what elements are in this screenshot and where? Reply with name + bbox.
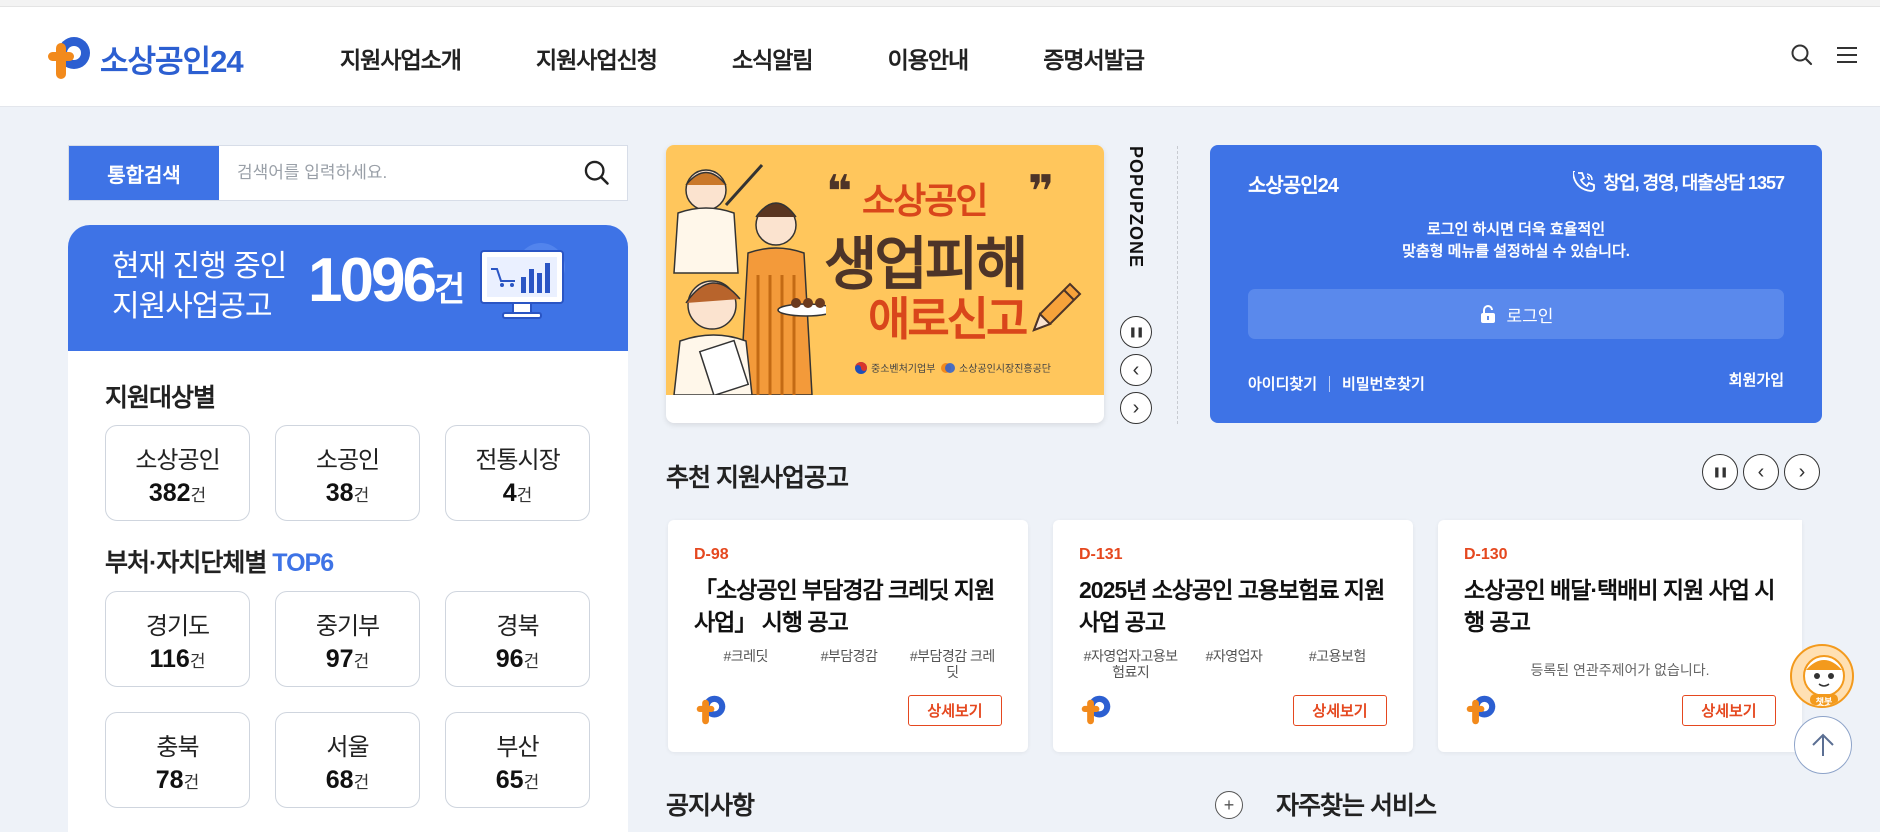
nav-item-guide[interactable]: 이용안내 bbox=[888, 41, 970, 75]
ongoing-announcements-banner[interactable]: 현재 진행 중인 지원사업공고 1096건 bbox=[68, 225, 628, 351]
recommend-controls: ❚❚ ‹ › bbox=[1702, 454, 1820, 490]
main-nav: 지원사업소개 지원사업신청 소식알림 이용안내 증명서발급 bbox=[340, 41, 1219, 75]
announcement-title: 2025년 소상공인 고용보험료 지원사업 공고 bbox=[1079, 577, 1385, 635]
dday-badge: D-131 bbox=[1079, 546, 1123, 563]
popup-org-semas: 소상공인시장진흥공단 bbox=[940, 360, 1051, 375]
agency-item-gyeonggi[interactable]: 경기도 116건 bbox=[105, 591, 250, 687]
consult-phone: 창업, 경영, 대출상담 1357 bbox=[1573, 169, 1785, 195]
announcement-card[interactable]: D-98 「소상공인 부담경감 크레딧 지원사업」 시행 공고 #크레딧 #부담… bbox=[668, 520, 1028, 752]
logo-mark-icon bbox=[696, 695, 726, 725]
search-input[interactable] bbox=[219, 146, 567, 200]
join-link[interactable]: 회원가입 bbox=[1729, 369, 1784, 390]
announcement-title: 「소상공인 부담경감 크레딧 지원사업」 시행 공고 bbox=[694, 577, 995, 635]
dday-badge: D-98 bbox=[694, 546, 729, 563]
chatbot-button[interactable]: 챗봇 bbox=[1790, 644, 1854, 708]
site-header: 소상공인24 지원사업소개 지원사업신청 소식알림 이용안내 증명서발급 bbox=[0, 7, 1880, 107]
popupzone-label: POPUPZONE bbox=[1126, 146, 1146, 269]
unlock-icon bbox=[1480, 305, 1495, 323]
notice-more-button[interactable]: + bbox=[1215, 791, 1243, 819]
recommend-pause-button[interactable]: ❚❚ bbox=[1702, 454, 1738, 490]
search-label: 통합검색 bbox=[69, 146, 219, 200]
recommend-title: 추천 지원사업공고 bbox=[666, 464, 849, 492]
monitor-chart-icon bbox=[480, 243, 565, 319]
announcement-tags: #크레딧 #부담경감 #부담경감 크레딧 bbox=[694, 648, 1004, 680]
phone-icon bbox=[1573, 171, 1596, 192]
search-icon bbox=[584, 160, 609, 185]
link-separator bbox=[1329, 375, 1331, 392]
announcement-tags: #자영업자고용보험료지 #자영업자 #고용보험 bbox=[1079, 648, 1389, 680]
top-strip bbox=[0, 0, 1880, 7]
agency-section-title: 부처·자치단체별 TOP6 bbox=[105, 549, 334, 577]
login-button[interactable]: 로그인 bbox=[1248, 289, 1784, 339]
site-logo[interactable]: 소상공인24 bbox=[44, 35, 244, 81]
notice-title: 공지사항 bbox=[666, 792, 755, 820]
tag[interactable]: #부담경감 bbox=[801, 648, 896, 680]
promo-count: 1096건 bbox=[308, 246, 466, 315]
nav-item-certificate[interactable]: 증명서발급 bbox=[1043, 41, 1145, 75]
nav-item-support-intro[interactable]: 지원사업소개 bbox=[340, 41, 462, 75]
popup-prev-button[interactable]: ‹ bbox=[1120, 354, 1152, 386]
find-id-link[interactable]: 아이디찾기 bbox=[1248, 373, 1317, 394]
dday-badge: D-130 bbox=[1464, 546, 1508, 563]
target-item-small-manufacturer[interactable]: 소공인 38건 bbox=[275, 425, 420, 521]
login-links: 아이디찾기 비밀번호찾기 bbox=[1248, 373, 1425, 394]
support-summary-panel: 현재 진행 중인 지원사업공고 1096건 지원대상별 소상공인 382건 소공… bbox=[68, 225, 628, 832]
detail-button[interactable]: 상세보기 bbox=[1682, 695, 1776, 726]
popup-banner-image: ❝ ❞ 소상공인 생업피해 애로신고 중소벤처기업부 소상공인시장진흥공단 bbox=[666, 145, 1104, 395]
target-section-title: 지원대상별 bbox=[105, 384, 216, 412]
promo-label: 현재 진행 중인 지원사업공고 bbox=[112, 250, 287, 323]
tag[interactable]: #자영업자고용보험료지 bbox=[1083, 648, 1178, 680]
agency-item-seoul[interactable]: 서울 68건 bbox=[275, 712, 420, 808]
arrow-up-icon bbox=[1812, 733, 1834, 756]
divider bbox=[1177, 146, 1178, 424]
detail-button[interactable]: 상세보기 bbox=[908, 695, 1002, 726]
agency-item-gyeongbuk[interactable]: 경북 96건 bbox=[445, 591, 590, 687]
recommend-prev-button[interactable]: ‹ bbox=[1743, 454, 1779, 490]
announcement-card[interactable]: D-131 2025년 소상공인 고용보험료 지원사업 공고 #자영업자고용보험… bbox=[1053, 520, 1413, 752]
announcement-title: 소상공인 배달·택배비 지원 사업 시행 공고 bbox=[1464, 577, 1775, 635]
tag[interactable]: #크레딧 bbox=[698, 648, 793, 680]
popup-line3: 애로신고 bbox=[868, 293, 1028, 345]
logo-text: 소상공인24 bbox=[100, 43, 244, 79]
recommend-next-button[interactable]: › bbox=[1784, 454, 1820, 490]
agency-item-mss[interactable]: 중기부 97건 bbox=[275, 591, 420, 687]
popup-pause-button[interactable]: ❚❚ bbox=[1120, 316, 1152, 348]
agency-item-chungbuk[interactable]: 충북 78건 bbox=[105, 712, 250, 808]
taegeuk-icon bbox=[855, 361, 867, 374]
tag[interactable]: #부담경감 크레딧 bbox=[905, 648, 1000, 680]
login-message: 로그인 하시면 더욱 효율적인 맞춤형 메뉴를 설정하실 수 있습니다. bbox=[1402, 221, 1630, 260]
popup-banner-card[interactable]: ❝ ❞ 소상공인 생업피해 애로신고 중소벤처기업부 소상공인시장진흥공단 bbox=[666, 145, 1104, 423]
semas-logo-icon bbox=[941, 362, 955, 373]
target-item-traditional-market[interactable]: 전통시장 4건 bbox=[445, 425, 590, 521]
integrated-search: 통합검색 bbox=[68, 145, 628, 201]
header-icons bbox=[1790, 43, 1858, 67]
logo-mark-icon bbox=[48, 37, 90, 79]
search-button[interactable] bbox=[567, 146, 627, 200]
tag[interactable]: #고용보험 bbox=[1290, 648, 1385, 680]
logo-mark-icon bbox=[1466, 695, 1496, 725]
popup-next-button[interactable]: › bbox=[1120, 392, 1152, 424]
agency-item-busan[interactable]: 부산 65건 bbox=[445, 712, 590, 808]
scroll-top-button[interactable] bbox=[1794, 716, 1852, 774]
popup-org-mss: 중소벤처기업부 bbox=[854, 360, 935, 375]
detail-button[interactable]: 상세보기 bbox=[1293, 695, 1387, 726]
no-tags-message: 등록된 연관주제어가 없습니다. bbox=[1530, 662, 1710, 678]
logo-mark-icon bbox=[1081, 695, 1111, 725]
nav-item-news[interactable]: 소식알림 bbox=[732, 41, 814, 75]
nav-item-support-apply[interactable]: 지원사업신청 bbox=[536, 41, 658, 75]
menu-icon[interactable] bbox=[1836, 45, 1858, 65]
illustration-people bbox=[673, 163, 826, 395]
find-password-link[interactable]: 비밀번호찾기 bbox=[1342, 373, 1425, 394]
login-brand: 소상공인24 bbox=[1248, 175, 1339, 197]
login-card: 소상공인24 창업, 경영, 대출상담 1357 로그인 하시면 더욱 효율적인… bbox=[1210, 145, 1822, 423]
announcement-card[interactable]: D-130 소상공인 배달·택배비 지원 사업 시행 공고 등록된 연관주제어가… bbox=[1438, 520, 1802, 752]
faq-services-title: 자주찾는 서비스 bbox=[1276, 792, 1437, 820]
search-icon[interactable] bbox=[1790, 43, 1814, 67]
tag[interactable]: #자영업자 bbox=[1186, 648, 1281, 680]
target-item-small-business[interactable]: 소상공인 382건 bbox=[105, 425, 250, 521]
pencil-icon bbox=[1032, 282, 1082, 332]
